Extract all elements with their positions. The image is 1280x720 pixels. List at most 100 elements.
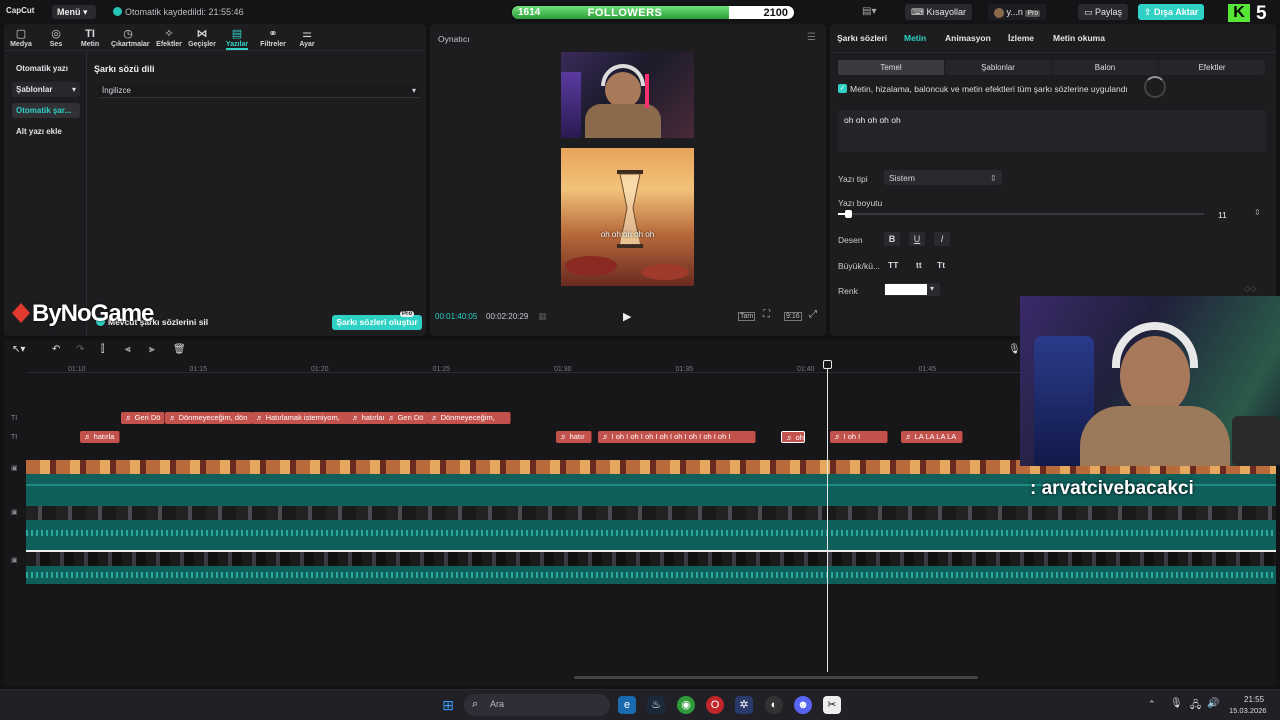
share-button[interactable]: ▭ Paylaş xyxy=(1078,4,1129,20)
obs-icon[interactable]: ◐ xyxy=(765,696,783,714)
subtab-3[interactable]: Efektler xyxy=(1159,60,1265,75)
focus-icon[interactable]: ⛶ xyxy=(763,309,770,320)
tool-audio[interactable]: ◎ Ses xyxy=(39,28,73,48)
tool-media[interactable]: ▢ Medya xyxy=(4,28,38,48)
size-slider[interactable] xyxy=(838,210,1204,218)
lyric-clip[interactable]: ♬ hatırlamak xyxy=(348,412,388,424)
lowercase-button[interactable]: tt xyxy=(916,260,922,270)
lyric-clip[interactable]: ♬ hatır xyxy=(556,431,592,443)
lyric-clip[interactable]: ♬ Geri Dö xyxy=(121,412,165,424)
tab-0[interactable]: Şarkı sözleri xyxy=(837,33,887,43)
autosave-icon xyxy=(113,7,122,16)
sidebar-item-add-caption[interactable]: Alt yazı ekle xyxy=(12,124,80,139)
lyric-clip[interactable]: ♬ I oh I oh I oh I oh I oh I oh I oh I o… xyxy=(598,431,756,443)
network-icon[interactable]: 🖧 xyxy=(1190,698,1201,715)
split-right-icon[interactable]: ⫸ xyxy=(149,344,155,355)
lyric-clip[interactable]: ♬ oh xyxy=(781,431,805,443)
playhead[interactable] xyxy=(827,360,828,672)
video-clip-3[interactable] xyxy=(26,550,1276,584)
music-note-icon: ♬ xyxy=(834,432,844,441)
italic-button[interactable]: I xyxy=(934,232,950,246)
windows-start-icon[interactable]: ⊞ xyxy=(439,696,457,714)
fullscreen-icon[interactable]: ⤢ xyxy=(809,309,817,320)
chevron-up-icon[interactable]: ⌃ xyxy=(1148,699,1156,710)
uppercase-button[interactable]: TT xyxy=(888,260,898,270)
color-picker[interactable]: ▾ xyxy=(884,283,940,296)
split-icon[interactable]: ⫿ xyxy=(101,344,104,355)
tool-stickers[interactable]: ◷ Çıkartmalar xyxy=(111,28,150,48)
lyric-clip-label: I oh I oh I oh I oh I oh I oh I oh I oh … xyxy=(611,432,731,441)
tab-3[interactable]: İzleme xyxy=(1008,33,1034,43)
volume-icon[interactable]: 🔊 xyxy=(1207,698,1219,709)
capcut-icon[interactable]: ✂ xyxy=(823,696,841,714)
clock-time[interactable]: 21:55 xyxy=(1244,695,1264,704)
subtab-2[interactable]: Balon xyxy=(1052,60,1158,75)
full-quality-button[interactable]: Tam xyxy=(738,312,756,321)
delete-icon[interactable]: 🗑 xyxy=(173,344,186,355)
lyric-clip[interactable]: ♬ hatırla xyxy=(80,431,120,443)
chrome-icon[interactable]: ◉ xyxy=(677,696,695,714)
stepper-icon[interactable]: ⇕ xyxy=(1254,208,1261,217)
playhead-handle[interactable] xyxy=(823,360,832,369)
microphone-icon[interactable]: 🎙 xyxy=(1008,344,1021,355)
font-select[interactable]: Sistem ⇕ xyxy=(884,170,1002,185)
language-select[interactable]: İngilizce ▾ xyxy=(98,84,420,98)
lyric-clip[interactable]: ♬ LA LA LA LA xyxy=(901,431,963,443)
user-button[interactable]: y...n Pro xyxy=(988,4,1047,20)
avatar xyxy=(994,7,1004,18)
redo-icon[interactable]: ↷ xyxy=(76,344,84,355)
shortcuts-button[interactable]: ⌨ Kısayollar xyxy=(905,4,973,20)
bold-button[interactable]: B xyxy=(884,232,900,246)
lyric-clip[interactable]: ♬ Geri Dö xyxy=(384,412,428,424)
subtab-0[interactable]: Temel xyxy=(838,60,944,75)
select-tool-icon[interactable]: ↖▾ xyxy=(12,344,25,355)
sidebar-item-auto-caption[interactable]: Otomatik yazı xyxy=(12,61,80,76)
steam-icon[interactable]: ♨ xyxy=(647,696,665,714)
lyric-text-input[interactable]: oh oh oh oh oh xyxy=(838,110,1266,152)
apply-all-checkbox[interactable]: ✓ xyxy=(838,84,847,93)
play-icon[interactable]: ▶ xyxy=(623,310,631,323)
horizontal-scrollbar[interactable] xyxy=(574,676,978,679)
tool-transitions[interactable]: ⋈ Geçişler xyxy=(185,28,219,48)
titlecase-button[interactable]: Tt xyxy=(937,260,945,270)
export-button[interactable]: ⇪ Dışa Aktar xyxy=(1138,4,1205,20)
split-left-icon[interactable]: ⫷ xyxy=(125,344,131,355)
edge-icon[interactable]: e xyxy=(618,696,636,714)
size-slider-handle[interactable] xyxy=(845,210,852,218)
tool-effects[interactable]: ✧ Efektler xyxy=(152,28,186,48)
generate-lyrics-button[interactable]: Şarkı sözleri oluştur xyxy=(332,315,422,330)
undo-icon[interactable]: ↶ xyxy=(52,344,60,355)
app-icon[interactable]: ✲ xyxy=(735,696,753,714)
tab-4[interactable]: Metin okuma xyxy=(1053,33,1105,43)
microphone-icon[interactable]: 🎙 xyxy=(1170,698,1183,709)
lyric-clip[interactable]: ♬ Dönmeyeceğim, xyxy=(427,412,511,424)
lyric-clip[interactable]: ♬ Dönmeyeceğim, dön xyxy=(165,412,253,424)
menu-button[interactable]: Menü ▾ xyxy=(52,5,96,19)
chat-overlay-text: : arvatcivebacakci xyxy=(1030,478,1194,499)
sidebar-item-templates[interactable]: Şablonlar ▾ xyxy=(12,82,80,97)
keyframe-icon[interactable]: ◇◇ xyxy=(1244,284,1256,293)
ruler-tick-label: 01:15 xyxy=(189,366,208,373)
video-clip-2[interactable] xyxy=(26,506,1276,550)
size-value[interactable]: 11 xyxy=(1218,210,1227,220)
tab-2[interactable]: Animasyon xyxy=(945,33,991,43)
timeline-grid-icon[interactable]: ▦ xyxy=(538,311,547,322)
discord-icon[interactable]: ☻ xyxy=(794,696,812,714)
ruler-tick-label: 01:10 xyxy=(68,366,86,373)
lyric-clip[interactable]: ♬ I oh I xyxy=(830,431,888,443)
tab-1[interactable]: Metin xyxy=(904,33,926,43)
taskbar-search[interactable]: ⌕ Ara xyxy=(464,694,610,716)
subtab-1[interactable]: Şablonlar xyxy=(945,60,1051,75)
tool-text[interactable]: TI Metin xyxy=(73,28,107,48)
tool-filters[interactable]: ⚭ Filtreler xyxy=(256,28,290,48)
tool-captions[interactable]: ▤ Yazılar xyxy=(220,28,254,48)
clock-date[interactable]: 15.03.2026 xyxy=(1229,706,1267,715)
media-icon: ▢ xyxy=(15,28,27,40)
tool-adjust[interactable]: ⚌ Ayar xyxy=(290,28,324,48)
layout-icon[interactable]: ▤▾ xyxy=(862,6,876,17)
opera-icon[interactable]: O xyxy=(706,696,724,714)
menu-icon[interactable]: ☰ xyxy=(807,32,816,43)
underline-button[interactable]: U xyxy=(909,232,925,246)
aspect-ratio-button[interactable]: 9:16 xyxy=(784,312,802,321)
sidebar-item-auto-lyrics[interactable]: Otomatik şar... xyxy=(12,103,80,118)
